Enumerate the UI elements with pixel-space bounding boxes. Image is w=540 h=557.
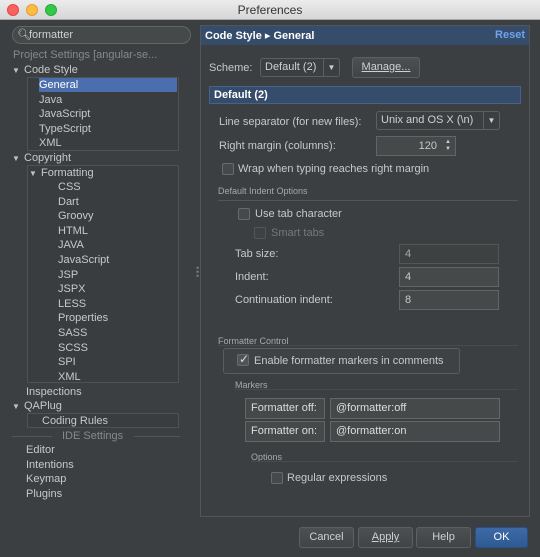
tree-item-formatting-language[interactable]: SASS — [58, 326, 87, 340]
tree-item-coding-rules[interactable]: Coding Rules — [42, 414, 108, 428]
scheme-select[interactable]: Default (2) ▼ — [260, 58, 340, 77]
tree-item-formatting-language[interactable]: JAVA — [58, 238, 84, 252]
default-indent-divider — [218, 200, 518, 201]
ide-settings-header: IDE Settings — [62, 430, 124, 442]
tab-size-input[interactable]: 4 — [399, 244, 499, 264]
search-input[interactable] — [29, 28, 184, 42]
stepper-arrows-icon[interactable]: ▲ ▼ — [444, 139, 452, 154]
enable-markers-label: Enable formatter markers in comments — [254, 355, 444, 367]
indent-label: Indent: — [235, 271, 269, 283]
scheme-bar: Default (2) — [209, 86, 521, 104]
project-settings-header: Project Settings [angular-se... — [13, 49, 158, 61]
regex-checkbox[interactable] — [271, 472, 283, 484]
settings-tree: Project Settings [angular-se... ▼ Code St… — [10, 48, 194, 516]
tree-item-formatting-language[interactable]: JSPX — [58, 282, 86, 296]
expand-arrow-icon[interactable]: ▼ — [29, 167, 41, 181]
scheme-bar-title: Default (2) — [214, 89, 268, 101]
continuation-indent-input[interactable]: 8 — [399, 290, 499, 310]
title-bar: Preferences — [0, 0, 540, 20]
options-divider — [251, 461, 518, 462]
tree-item-copyright[interactable]: ▼ Copyright — [12, 151, 71, 165]
checkmark-icon: ✓ — [239, 352, 250, 366]
use-tab-checkbox[interactable] — [238, 208, 250, 220]
tree-item-ide-setting[interactable]: Keymap — [26, 472, 66, 486]
ide-settings-divider-right — [134, 436, 180, 437]
smart-tabs-label: Smart tabs — [271, 227, 325, 239]
tree-item-formatting-language[interactable]: JSP — [58, 268, 78, 282]
tree-item-qaplug[interactable]: ▼ QAPlug — [12, 399, 62, 413]
tab-size-label: Tab size: — [235, 248, 279, 260]
tree-item-formatting-language[interactable]: JavaScript — [58, 253, 109, 267]
panel-breadcrumb: Code Style ▸ General — [205, 30, 315, 42]
scheme-label: Scheme: — [209, 62, 253, 74]
chevron-down-icon: ▼ — [323, 59, 339, 76]
splitter-grip-icon[interactable]: • • • — [196, 264, 199, 281]
formatter-on-label: Formatter on: — [245, 421, 325, 442]
wrap-label: Wrap when typing reaches right margin — [238, 163, 430, 175]
window-title: Preferences — [237, 3, 303, 17]
formatter-on-input[interactable]: @formatter:on — [330, 421, 500, 442]
tree-item-formatting-language[interactable]: Groovy — [58, 209, 93, 223]
tree-item-code-style-child[interactable]: XML — [39, 136, 62, 150]
right-margin-label: Right margin (columns): — [219, 140, 336, 152]
manage-button[interactable]: Manage... — [352, 57, 420, 78]
tree-item-inspections[interactable]: Inspections — [26, 385, 82, 399]
chevron-down-icon: ▼ — [483, 112, 499, 129]
use-tab-label: Use tab character — [255, 208, 342, 220]
regex-label: Regular expressions — [287, 472, 388, 484]
tree-item-formatting-language[interactable]: SPI — [58, 355, 76, 369]
tree-item-ide-setting[interactable]: Editor — [26, 443, 55, 457]
reset-link[interactable]: Reset — [495, 29, 525, 41]
help-button[interactable]: Help — [416, 527, 471, 548]
tree-item-ide-setting[interactable]: Intentions — [26, 458, 74, 472]
expand-arrow-icon[interactable]: ▼ — [12, 64, 24, 78]
tree-item-formatting-language[interactable]: Properties — [58, 311, 108, 325]
tree-item-code-style-child[interactable]: General — [39, 78, 177, 92]
expand-arrow-icon[interactable]: ▼ — [12, 152, 24, 166]
tree-item-formatting-language[interactable]: CSS — [58, 180, 81, 194]
tree-item-formatting-language[interactable]: Dart — [58, 195, 79, 209]
indent-input[interactable]: 4 — [399, 267, 499, 287]
wrap-checkbox[interactable] — [222, 163, 234, 175]
ide-settings-divider-left — [12, 436, 52, 437]
continuation-indent-label: Continuation indent: — [235, 294, 333, 306]
markers-divider — [235, 389, 518, 390]
ok-button[interactable]: OK — [475, 527, 528, 548]
smart-tabs-checkbox[interactable] — [254, 227, 266, 239]
tree-item-code-style-child[interactable]: JavaScript — [39, 107, 90, 121]
apply-button[interactable]: Apply — [358, 527, 413, 548]
settings-panel: Code Style ▸ General Reset Scheme: Defau… — [200, 25, 530, 517]
tree-item-ide-setting[interactable]: Plugins — [26, 487, 62, 501]
line-separator-label: Line separator (for new files): — [219, 116, 362, 128]
cancel-button[interactable]: Cancel — [299, 527, 354, 548]
enable-markers-checkbox[interactable]: ✓ — [237, 352, 250, 366]
tree-item-formatting-language[interactable]: XML — [58, 370, 81, 384]
expand-arrow-icon[interactable]: ▼ — [12, 400, 24, 414]
line-separator-select[interactable]: Unix and OS X (\n) ▼ — [376, 111, 500, 130]
tree-item-formatting[interactable]: ▼ Formatting — [29, 166, 94, 180]
settings-search[interactable]: 🔍︎ — [12, 26, 191, 44]
default-indent-section-title: Default Indent Options — [218, 186, 308, 196]
copyright-children — [27, 165, 179, 383]
formatter-off-label: Formatter off: — [245, 398, 325, 419]
tree-item-formatting-language[interactable]: HTML — [58, 224, 88, 238]
panel-header: Code Style ▸ General Reset — [201, 26, 529, 45]
formatter-control-divider — [218, 345, 518, 346]
tree-item-formatting-language[interactable]: LESS — [58, 297, 86, 311]
tree-item-code-style-child[interactable]: TypeScript — [39, 122, 91, 136]
tree-item-code-style-child[interactable]: Java — [39, 93, 62, 107]
tree-item-code-style[interactable]: ▼ Code Style — [12, 63, 78, 77]
tree-item-formatting-language[interactable]: SCSS — [58, 341, 88, 355]
formatter-off-input[interactable]: @formatter:off — [330, 398, 500, 419]
